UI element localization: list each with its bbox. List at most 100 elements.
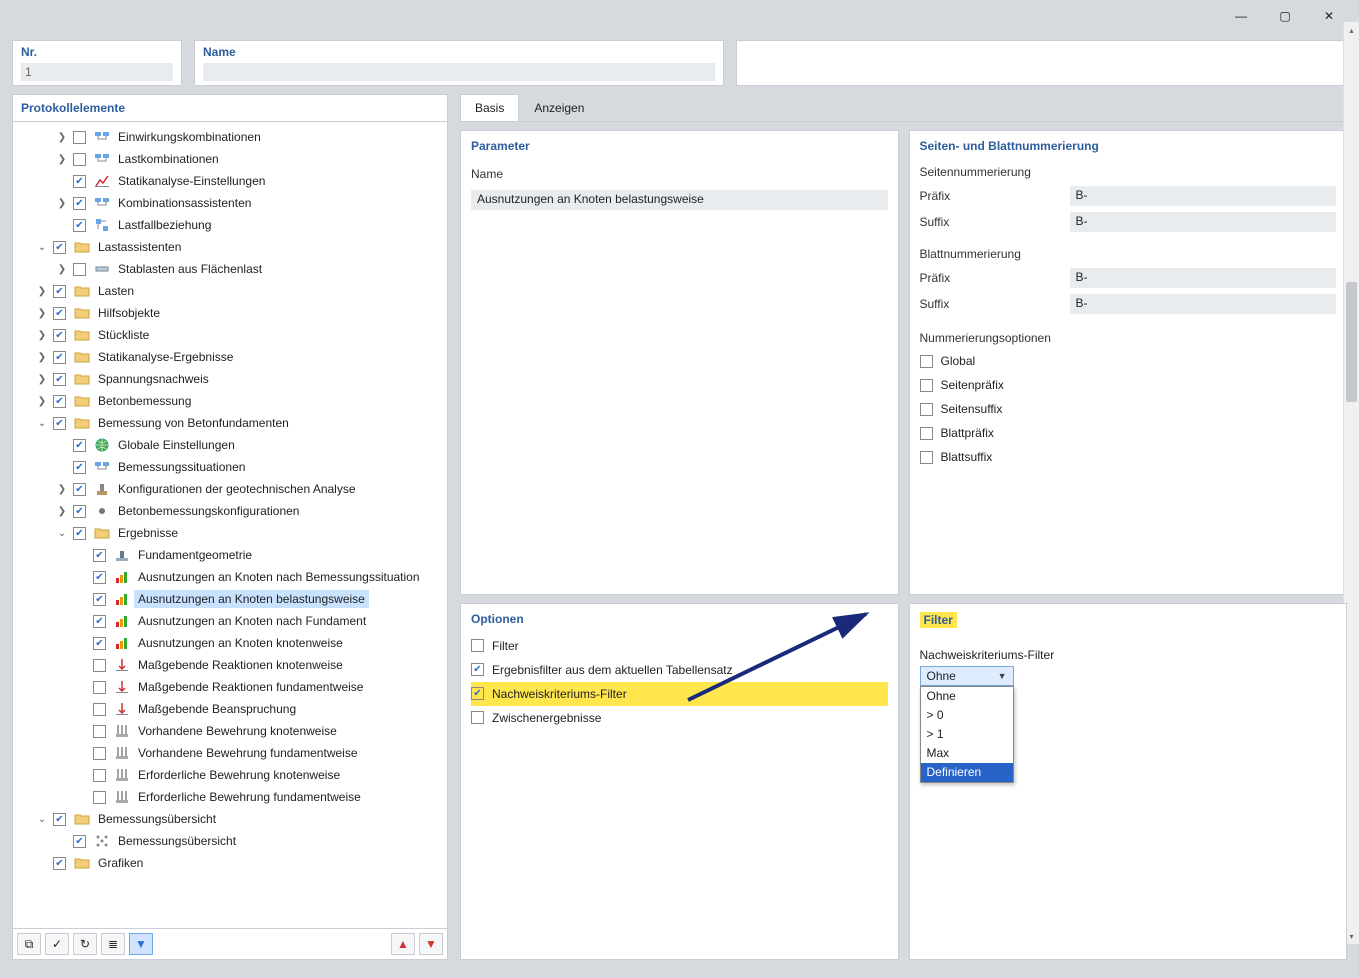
expand-icon[interactable]: ⌄: [35, 242, 49, 253]
tb-refresh-button[interactable]: ↻: [73, 933, 97, 955]
tb-select-button[interactable]: ⧉: [17, 933, 41, 955]
option-row[interactable]: ✔Ergebnisfilter aus dem aktuellen Tabell…: [471, 658, 888, 682]
tree-row[interactable]: ⌄✔Lastassistenten: [15, 236, 445, 258]
filter-dropdown-list[interactable]: Ohne> 0> 1MaxDefinieren: [920, 686, 1014, 783]
tree-row[interactable]: ⌄✔Ergebnisse: [15, 522, 445, 544]
option-row[interactable]: Filter: [471, 634, 888, 658]
maximize-button[interactable]: ▢: [1267, 4, 1303, 28]
filter-dropdown[interactable]: Ohne ▼ Ohne> 0> 1MaxDefinieren: [920, 666, 1014, 686]
tree-checkbox[interactable]: ✔: [73, 483, 86, 496]
checkbox[interactable]: [920, 379, 933, 392]
dropdown-item[interactable]: Ohne: [921, 687, 1013, 706]
dropdown-item[interactable]: > 1: [921, 725, 1013, 744]
tree-row[interactable]: Maßgebende Reaktionen fundamentweise: [15, 676, 445, 698]
nr-value[interactable]: 1: [21, 63, 173, 81]
tree-checkbox[interactable]: ✔: [73, 219, 86, 232]
tree-row[interactable]: ❯✔Stückliste: [15, 324, 445, 346]
tree-checkbox[interactable]: [93, 681, 106, 694]
expand-icon[interactable]: ❯: [55, 154, 69, 165]
expand-icon[interactable]: ⌄: [35, 814, 49, 825]
tree-row[interactable]: ❯✔Lasten: [15, 280, 445, 302]
tree-checkbox[interactable]: [73, 131, 86, 144]
expand-icon[interactable]: ❯: [55, 264, 69, 275]
tree-row[interactable]: ❯✔Betonbemessung: [15, 390, 445, 412]
dropdown-item[interactable]: Max: [921, 744, 1013, 763]
tree-checkbox[interactable]: ✔: [93, 549, 106, 562]
expand-icon[interactable]: ❯: [55, 506, 69, 517]
numbering-option[interactable]: Seitensuffix: [920, 397, 1337, 421]
option-row[interactable]: ✔Nachweiskriteriums-Filter: [471, 682, 888, 706]
tree-row[interactable]: ❯✔Konfigurationen der geotechnischen Ana…: [15, 478, 445, 500]
checkbox[interactable]: [471, 639, 484, 652]
tree-checkbox[interactable]: [93, 659, 106, 672]
numbering-option[interactable]: Blattsuffix: [920, 445, 1337, 469]
tree-row[interactable]: ✔Globale Einstellungen: [15, 434, 445, 456]
dropdown-item[interactable]: Definieren: [921, 763, 1013, 782]
checkbox[interactable]: [920, 427, 933, 440]
expand-icon[interactable]: ❯: [35, 308, 49, 319]
expand-icon[interactable]: ❯: [55, 484, 69, 495]
tree-checkbox[interactable]: ✔: [73, 175, 86, 188]
tb-up-button[interactable]: ▲: [391, 933, 415, 955]
tree-checkbox[interactable]: [73, 153, 86, 166]
tree-checkbox[interactable]: [93, 791, 106, 804]
expand-icon[interactable]: ❯: [35, 352, 49, 363]
param-name-value[interactable]: Ausnutzungen an Knoten belastungsweise: [471, 190, 888, 210]
tree-checkbox[interactable]: ✔: [73, 527, 86, 540]
tree-row[interactable]: ❯✔Kombinationsassistenten: [15, 192, 445, 214]
tree-checkbox[interactable]: [93, 769, 106, 782]
tb-down-button[interactable]: ▼: [419, 933, 443, 955]
tree-row[interactable]: Maßgebende Reaktionen knotenweise: [15, 654, 445, 676]
tree-checkbox[interactable]: [93, 747, 106, 760]
tree-checkbox[interactable]: ✔: [53, 285, 66, 298]
tree-checkbox[interactable]: ✔: [53, 373, 66, 386]
tree-checkbox[interactable]: ✔: [73, 835, 86, 848]
tree-row[interactable]: ❯✔Statikanalyse-Ergebnisse: [15, 346, 445, 368]
option-row[interactable]: Zwischenergebnisse: [471, 706, 888, 730]
tb-check-button[interactable]: ✓: [45, 933, 69, 955]
tree-row[interactable]: ✔Ausnutzungen an Knoten nach Fundament: [15, 610, 445, 632]
tree-checkbox[interactable]: ✔: [73, 461, 86, 474]
tree-checkbox[interactable]: [93, 725, 106, 738]
checkbox[interactable]: [471, 711, 484, 724]
close-button[interactable]: ✕: [1311, 4, 1347, 28]
page-prefix-value[interactable]: B-: [1070, 186, 1337, 206]
tree-row[interactable]: ❯✔Spannungsnachweis: [15, 368, 445, 390]
checkbox[interactable]: [920, 451, 933, 464]
tree-row[interactable]: ❯Stablasten aus Flächenlast: [15, 258, 445, 280]
tab-basis[interactable]: Basis: [460, 94, 519, 121]
expand-icon[interactable]: ⌄: [35, 418, 49, 429]
tree-row[interactable]: ⌄✔Bemessung von Betonfundamenten: [15, 412, 445, 434]
scroll-thumb[interactable]: [1346, 282, 1357, 402]
filter-dropdown-head[interactable]: Ohne ▼: [920, 666, 1014, 686]
tree-checkbox[interactable]: ✔: [53, 351, 66, 364]
tree-row[interactable]: ✔Grafiken: [15, 852, 445, 874]
checkbox[interactable]: [920, 403, 933, 416]
tree-checkbox[interactable]: [73, 263, 86, 276]
tree-row[interactable]: ✔Statikanalyse-Einstellungen: [15, 170, 445, 192]
tree-row[interactable]: Vorhandene Bewehrung knotenweise: [15, 720, 445, 742]
expand-icon[interactable]: ❯: [35, 330, 49, 341]
checkbox[interactable]: ✔: [471, 663, 484, 676]
sheet-prefix-value[interactable]: B-: [1070, 268, 1337, 288]
tree-checkbox[interactable]: ✔: [93, 571, 106, 584]
checkbox[interactable]: [920, 355, 933, 368]
tree-checkbox[interactable]: ✔: [53, 417, 66, 430]
tree-row[interactable]: ✔Fundamentgeometrie: [15, 544, 445, 566]
tree-row[interactable]: Maßgebende Beanspruchung: [15, 698, 445, 720]
page-suffix-value[interactable]: B-: [1070, 212, 1337, 232]
expand-icon[interactable]: ❯: [55, 198, 69, 209]
tree-checkbox[interactable]: ✔: [53, 395, 66, 408]
numbering-option[interactable]: Blattpräfix: [920, 421, 1337, 445]
tree-row[interactable]: ⌄✔Bemessungsübersicht: [15, 808, 445, 830]
tree-row[interactable]: Vorhandene Bewehrung fundamentweise: [15, 742, 445, 764]
tree-row[interactable]: ❯✔Hilfsobjekte: [15, 302, 445, 324]
tb-list-button[interactable]: ≣: [101, 933, 125, 955]
minimize-button[interactable]: —: [1223, 4, 1259, 28]
tree-checkbox[interactable]: ✔: [53, 813, 66, 826]
expand-icon[interactable]: ⌄: [55, 528, 69, 539]
tree-checkbox[interactable]: ✔: [93, 637, 106, 650]
dropdown-item[interactable]: > 0: [921, 706, 1013, 725]
checkbox[interactable]: ✔: [471, 687, 484, 700]
tree-checkbox[interactable]: ✔: [93, 593, 106, 606]
